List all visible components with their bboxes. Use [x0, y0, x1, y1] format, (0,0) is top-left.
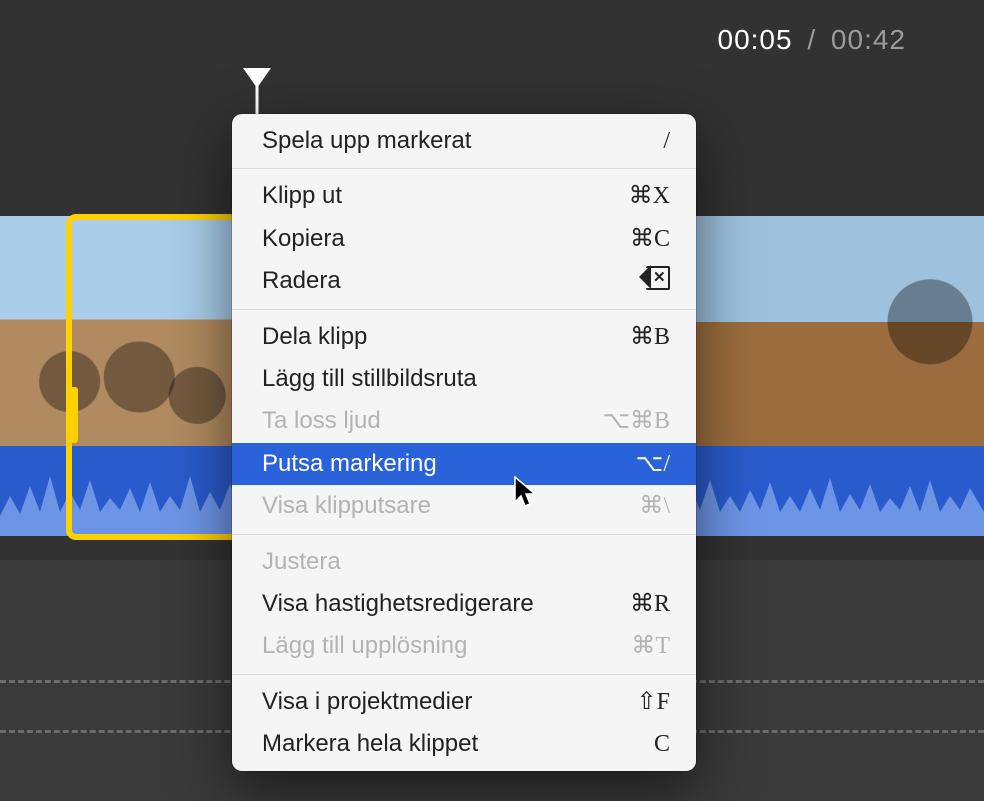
menu-item-label: Putsa markering — [262, 448, 437, 480]
time-separator: / — [807, 24, 816, 55]
menu-select-entire-clip[interactable]: Markera hela klippet C — [232, 723, 696, 765]
menu-item-label: Radera — [262, 265, 341, 297]
menu-item-label: Dela klipp — [262, 321, 367, 353]
clip-context-menu: Spela upp markerat / Klipp ut ⌘X Kopiera… — [232, 114, 696, 771]
menu-item-shortcut: ⌘X — [629, 180, 670, 212]
menu-adjust: Justera — [232, 541, 696, 583]
menu-split-clip[interactable]: Dela klipp ⌘B — [232, 316, 696, 358]
menu-delete[interactable]: Radera ✕ — [232, 260, 696, 302]
menu-separator — [232, 674, 696, 675]
menu-item-shortcut: ⌘\ — [639, 490, 670, 522]
menu-play-selected[interactable]: Spela upp markerat / — [232, 120, 696, 162]
menu-item-label: Spela upp markerat — [262, 125, 471, 157]
menu-item-shortcut: / — [663, 125, 670, 157]
menu-show-clip-trimmer: Visa klipputsare ⌘\ — [232, 485, 696, 527]
menu-copy[interactable]: Kopiera ⌘C — [232, 218, 696, 260]
menu-add-dissolve: Lägg till upplösning ⌘T — [232, 625, 696, 667]
menu-item-shortcut: ⌥/ — [636, 448, 670, 480]
menu-add-freeze-frame[interactable]: Lägg till stillbildsruta — [232, 358, 696, 400]
menu-show-speed-editor[interactable]: Visa hastighetsredigerare ⌘R — [232, 583, 696, 625]
menu-separator — [232, 168, 696, 169]
menu-reveal-in-project-media[interactable]: Visa i projektmedier ⇧F — [232, 681, 696, 723]
playhead-indicator[interactable] — [256, 68, 258, 98]
menu-detach-audio: Ta loss ljud ⌥⌘B — [232, 400, 696, 442]
menu-item-shortcut: ⌘B — [630, 321, 670, 353]
menu-cut[interactable]: Klipp ut ⌘X — [232, 175, 696, 217]
menu-item-label: Markera hela klippet — [262, 728, 478, 760]
menu-item-label: Ta loss ljud — [262, 405, 381, 437]
time-current: 00:05 — [718, 24, 793, 55]
menu-item-label: Visa i projektmedier — [262, 686, 472, 718]
time-display: 00:05 / 00:42 — [718, 24, 907, 56]
menu-item-shortcut: ⌘T — [631, 630, 670, 662]
menu-separator — [232, 534, 696, 535]
menu-item-shortcut: ⇧F — [637, 686, 670, 718]
menu-item-label: Lägg till stillbildsruta — [262, 363, 477, 395]
menu-item-label: Justera — [262, 546, 341, 578]
menu-item-label: Klipp ut — [262, 180, 342, 212]
menu-item-shortcut: ⌘R — [630, 588, 670, 620]
menu-separator — [232, 309, 696, 310]
menu-item-label: Visa hastighetsredigerare — [262, 588, 534, 620]
menu-item-label: Kopiera — [262, 223, 345, 255]
menu-item-shortcut: C — [654, 728, 670, 760]
time-total: 00:42 — [831, 24, 906, 55]
backspace-icon: ✕ — [640, 265, 670, 297]
menu-item-label: Lägg till upplösning — [262, 630, 468, 662]
menu-trim-selection[interactable]: Putsa markering ⌥/ — [232, 443, 696, 485]
clip-thumbnail-1 — [0, 216, 232, 446]
menu-item-shortcut: ⌘C — [630, 223, 670, 255]
menu-item-label: Visa klipputsare — [262, 490, 431, 522]
menu-item-shortcut: ⌥⌘B — [602, 405, 670, 437]
